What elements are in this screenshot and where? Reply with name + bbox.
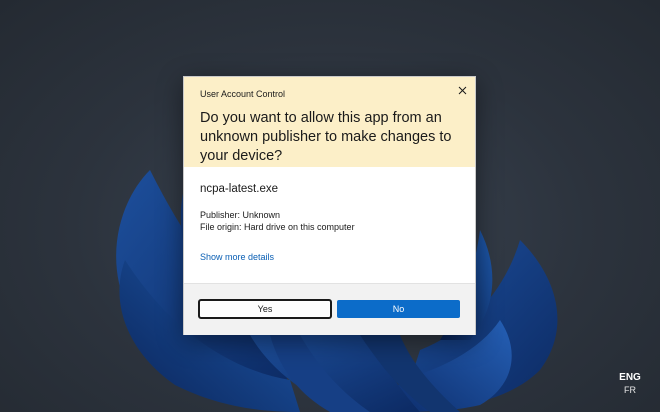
app-name: ncpa-latest.exe xyxy=(200,183,278,195)
dialog-title: User Account Control xyxy=(200,89,286,99)
dialog-footer: Yes No xyxy=(184,283,475,335)
file-origin-info: File origin: Hard drive on this computer xyxy=(200,222,355,232)
dialog-question: Do you want to allow this app from an un… xyxy=(200,110,452,164)
language-indicator[interactable]: ENG FR xyxy=(612,372,648,396)
yes-button[interactable]: Yes xyxy=(198,299,332,319)
close-icon xyxy=(458,86,466,94)
dialog-header: User Account Control Do you want to allo… xyxy=(184,77,475,167)
no-button[interactable]: No xyxy=(337,300,460,318)
language-primary: ENG xyxy=(619,372,641,383)
publisher-info: Publisher: Unknown xyxy=(200,210,281,220)
show-more-details-link[interactable]: Show more details xyxy=(200,252,274,262)
close-button[interactable] xyxy=(453,81,471,99)
language-secondary: FR xyxy=(624,385,636,395)
uac-dialog: User Account Control Do you want to allo… xyxy=(183,76,476,335)
